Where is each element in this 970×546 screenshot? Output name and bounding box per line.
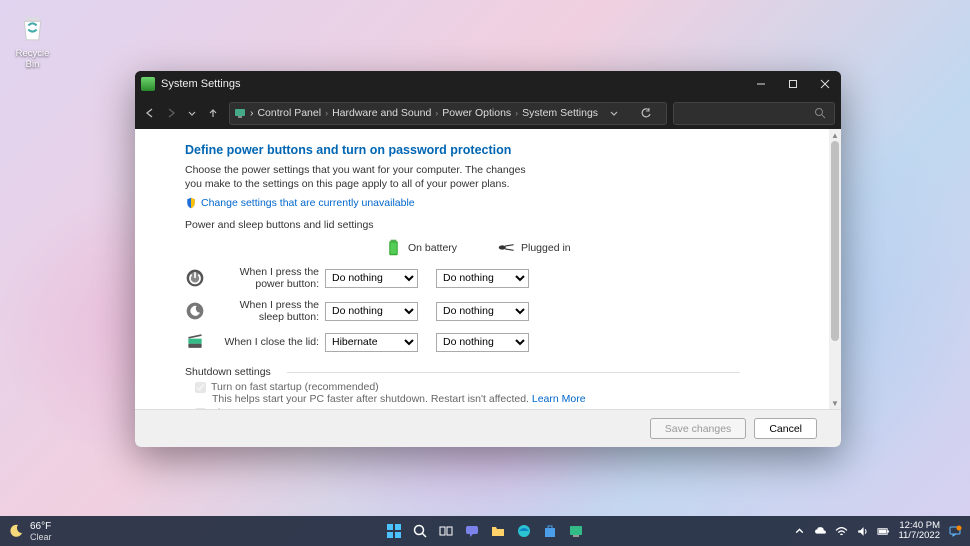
taskbar-taskview[interactable]	[436, 521, 456, 541]
taskbar-center	[384, 521, 586, 541]
tray-chevron-icon[interactable]	[793, 525, 806, 538]
learn-more-link[interactable]: Learn More	[532, 393, 586, 405]
breadcrumb-item[interactable]: Power Options	[442, 107, 511, 119]
button-row: Save changes Cancel	[135, 409, 841, 447]
volume-icon[interactable]	[856, 525, 869, 538]
breadcrumb-item[interactable]: Control Panel	[257, 107, 321, 119]
maximize-button[interactable]	[777, 71, 809, 97]
wifi-icon[interactable]	[835, 525, 848, 538]
setting-row: When I close the lid:Do nothingSleepHibe…	[185, 332, 785, 352]
nav-back[interactable]	[141, 101, 160, 125]
scroll-thumb[interactable]	[831, 141, 839, 341]
battery-select[interactable]: Do nothingSleepHibernateShut down	[325, 333, 418, 352]
recycle-bin-label: Recycle Bin	[10, 48, 55, 70]
row-label: When I press the power button:	[215, 266, 325, 290]
moon-icon	[8, 523, 24, 539]
close-button[interactable]	[809, 71, 841, 97]
shutdown-label: Turn on fast startup (recommended)	[211, 381, 379, 393]
window-title: System Settings	[161, 78, 745, 90]
plug-icon	[498, 239, 515, 256]
monitor-icon	[234, 107, 246, 119]
save-button[interactable]: Save changes	[650, 418, 747, 439]
search-icon	[814, 107, 826, 119]
titlebar: System Settings	[135, 71, 841, 97]
tray-battery-icon[interactable]	[877, 525, 890, 538]
scroll-up-icon[interactable]: ▲	[829, 129, 841, 141]
change-settings-link[interactable]: Change settings that are currently unava…	[185, 197, 785, 209]
shutdown-sub: This helps start your PC faster after sh…	[212, 393, 785, 405]
nav-forward[interactable]	[162, 101, 181, 125]
breadcrumb: Control Panel›Hardware and Sound›Power O…	[257, 107, 598, 119]
page-desc: Choose the power settings that you want …	[185, 163, 540, 191]
navbar: › Control Panel›Hardware and Sound›Power…	[135, 97, 841, 129]
cancel-button[interactable]: Cancel	[754, 418, 817, 439]
row-icon	[185, 301, 205, 321]
battery-select[interactable]: Do nothingSleepHibernateShut down	[325, 302, 418, 321]
minimize-button[interactable]	[745, 71, 777, 97]
battery-select[interactable]: Do nothingSleepHibernateShut down	[325, 269, 418, 288]
breadcrumb-item[interactable]: System Settings	[522, 107, 598, 119]
notifications-icon[interactable]	[948, 524, 962, 538]
nav-recent[interactable]	[183, 101, 202, 125]
setting-row: When I press the sleep button:Do nothing…	[185, 299, 785, 323]
shutdown-item: Turn on fast startup (recommended) This …	[195, 381, 785, 405]
row-icon	[185, 332, 205, 352]
refresh-icon[interactable]	[634, 101, 658, 125]
taskbar-edge[interactable]	[514, 521, 534, 541]
taskbar-store[interactable]	[540, 521, 560, 541]
shutdown-checkbox[interactable]	[195, 382, 206, 393]
taskbar-weather[interactable]: 66°F Clear	[0, 521, 120, 542]
taskbar-explorer[interactable]	[488, 521, 508, 541]
column-headers: On battery Plugged in	[185, 239, 785, 256]
recycle-bin-icon	[14, 8, 52, 46]
system-tray: 12:40 PM 11/7/2022	[793, 521, 970, 542]
section-shutdown: Shutdown settings	[185, 366, 785, 378]
row-icon	[185, 268, 205, 288]
scroll-down-icon[interactable]: ▼	[829, 397, 841, 409]
battery-icon	[385, 239, 402, 256]
row-label: When I close the lid:	[215, 336, 325, 348]
row-label: When I press the sleep button:	[215, 299, 325, 323]
scrollbar[interactable]: ▲ ▼	[829, 129, 841, 409]
plugged-select[interactable]: Do nothingSleepHibernateShut down	[436, 269, 529, 288]
tray-onedrive-icon[interactable]	[814, 525, 827, 538]
shield-icon	[185, 197, 197, 209]
plugged-select[interactable]: Do nothingSleepHibernateShut down	[436, 333, 529, 352]
taskbar-search[interactable]	[410, 521, 430, 541]
app-icon	[141, 77, 155, 91]
system-settings-window: System Settings › Control Panel›Hardware…	[135, 71, 841, 447]
setting-row: When I press the power button:Do nothing…	[185, 266, 785, 290]
address-bar[interactable]: › Control Panel›Hardware and Sound›Power…	[229, 102, 667, 125]
plugged-select[interactable]: Do nothingSleepHibernateShut down	[436, 302, 529, 321]
taskbar-chat[interactable]	[462, 521, 482, 541]
start-button[interactable]	[384, 521, 404, 541]
recycle-bin[interactable]: Recycle Bin	[10, 8, 55, 70]
chevron-down-icon[interactable]	[602, 101, 626, 125]
nav-up[interactable]	[204, 101, 223, 125]
taskbar-app[interactable]	[566, 521, 586, 541]
taskbar: 66°F Clear 12:40 PM 11/7/2022	[0, 516, 970, 546]
page-title: Define power buttons and turn on passwor…	[185, 143, 785, 157]
breadcrumb-item[interactable]: Hardware and Sound	[332, 107, 431, 119]
search-input[interactable]	[673, 102, 835, 125]
section-power-sleep: Power and sleep buttons and lid settings	[185, 219, 785, 231]
content-area: Define power buttons and turn on passwor…	[135, 129, 841, 447]
taskbar-clock[interactable]: 12:40 PM 11/7/2022	[898, 521, 940, 542]
